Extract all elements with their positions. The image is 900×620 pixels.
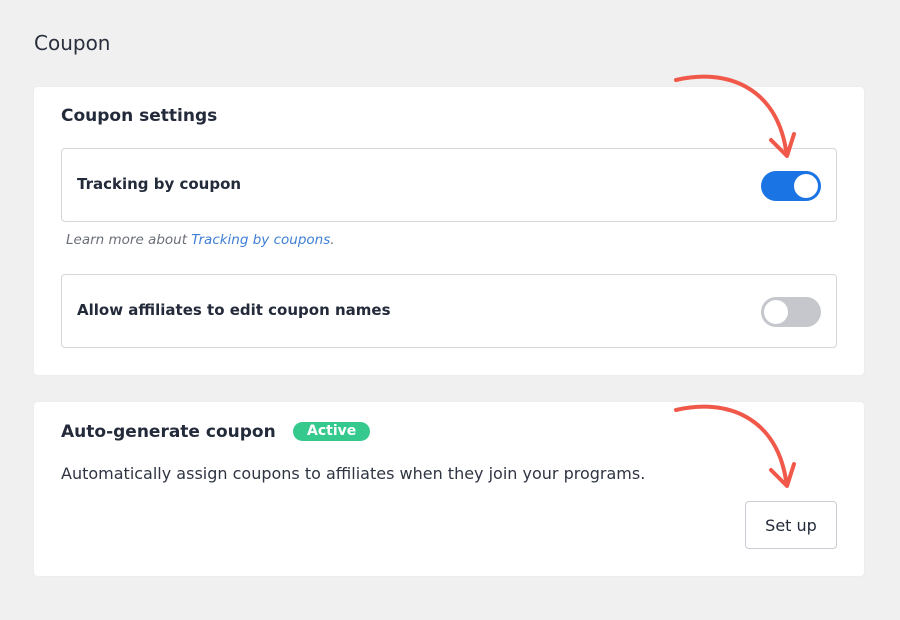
tracking-by-coupon-toggle[interactable]: [761, 171, 821, 201]
auto-generate-description: Automatically assign coupons to affiliat…: [61, 464, 646, 483]
edit-coupon-names-row: Allow affiliates to edit coupon names: [61, 274, 837, 348]
tracking-by-coupons-link[interactable]: Tracking by coupons: [191, 232, 330, 248]
coupon-page: Coupon Coupon settings Tracking by coupo…: [0, 0, 900, 620]
learn-more-suffix: .: [330, 232, 335, 248]
learn-more-text: Learn more about Tracking by coupons.: [66, 232, 335, 248]
set-up-button[interactable]: Set up: [745, 501, 837, 549]
annotation-arrow-icon: [674, 404, 796, 488]
annotation-arrow-icon: [674, 74, 796, 158]
toggle-knob: [764, 300, 788, 324]
edit-coupon-names-label: Allow affiliates to edit coupon names: [77, 301, 391, 319]
edit-coupon-names-toggle[interactable]: [761, 297, 821, 327]
coupon-settings-title: Coupon settings: [61, 106, 218, 126]
tracking-by-coupon-label: Tracking by coupon: [77, 175, 242, 193]
learn-more-prefix: Learn more about: [66, 232, 192, 248]
page-title: Coupon: [34, 31, 111, 55]
toggle-knob: [794, 174, 818, 198]
active-status-badge: Active: [293, 422, 371, 441]
auto-generate-coupon-title: Auto-generate coupon: [61, 422, 276, 442]
